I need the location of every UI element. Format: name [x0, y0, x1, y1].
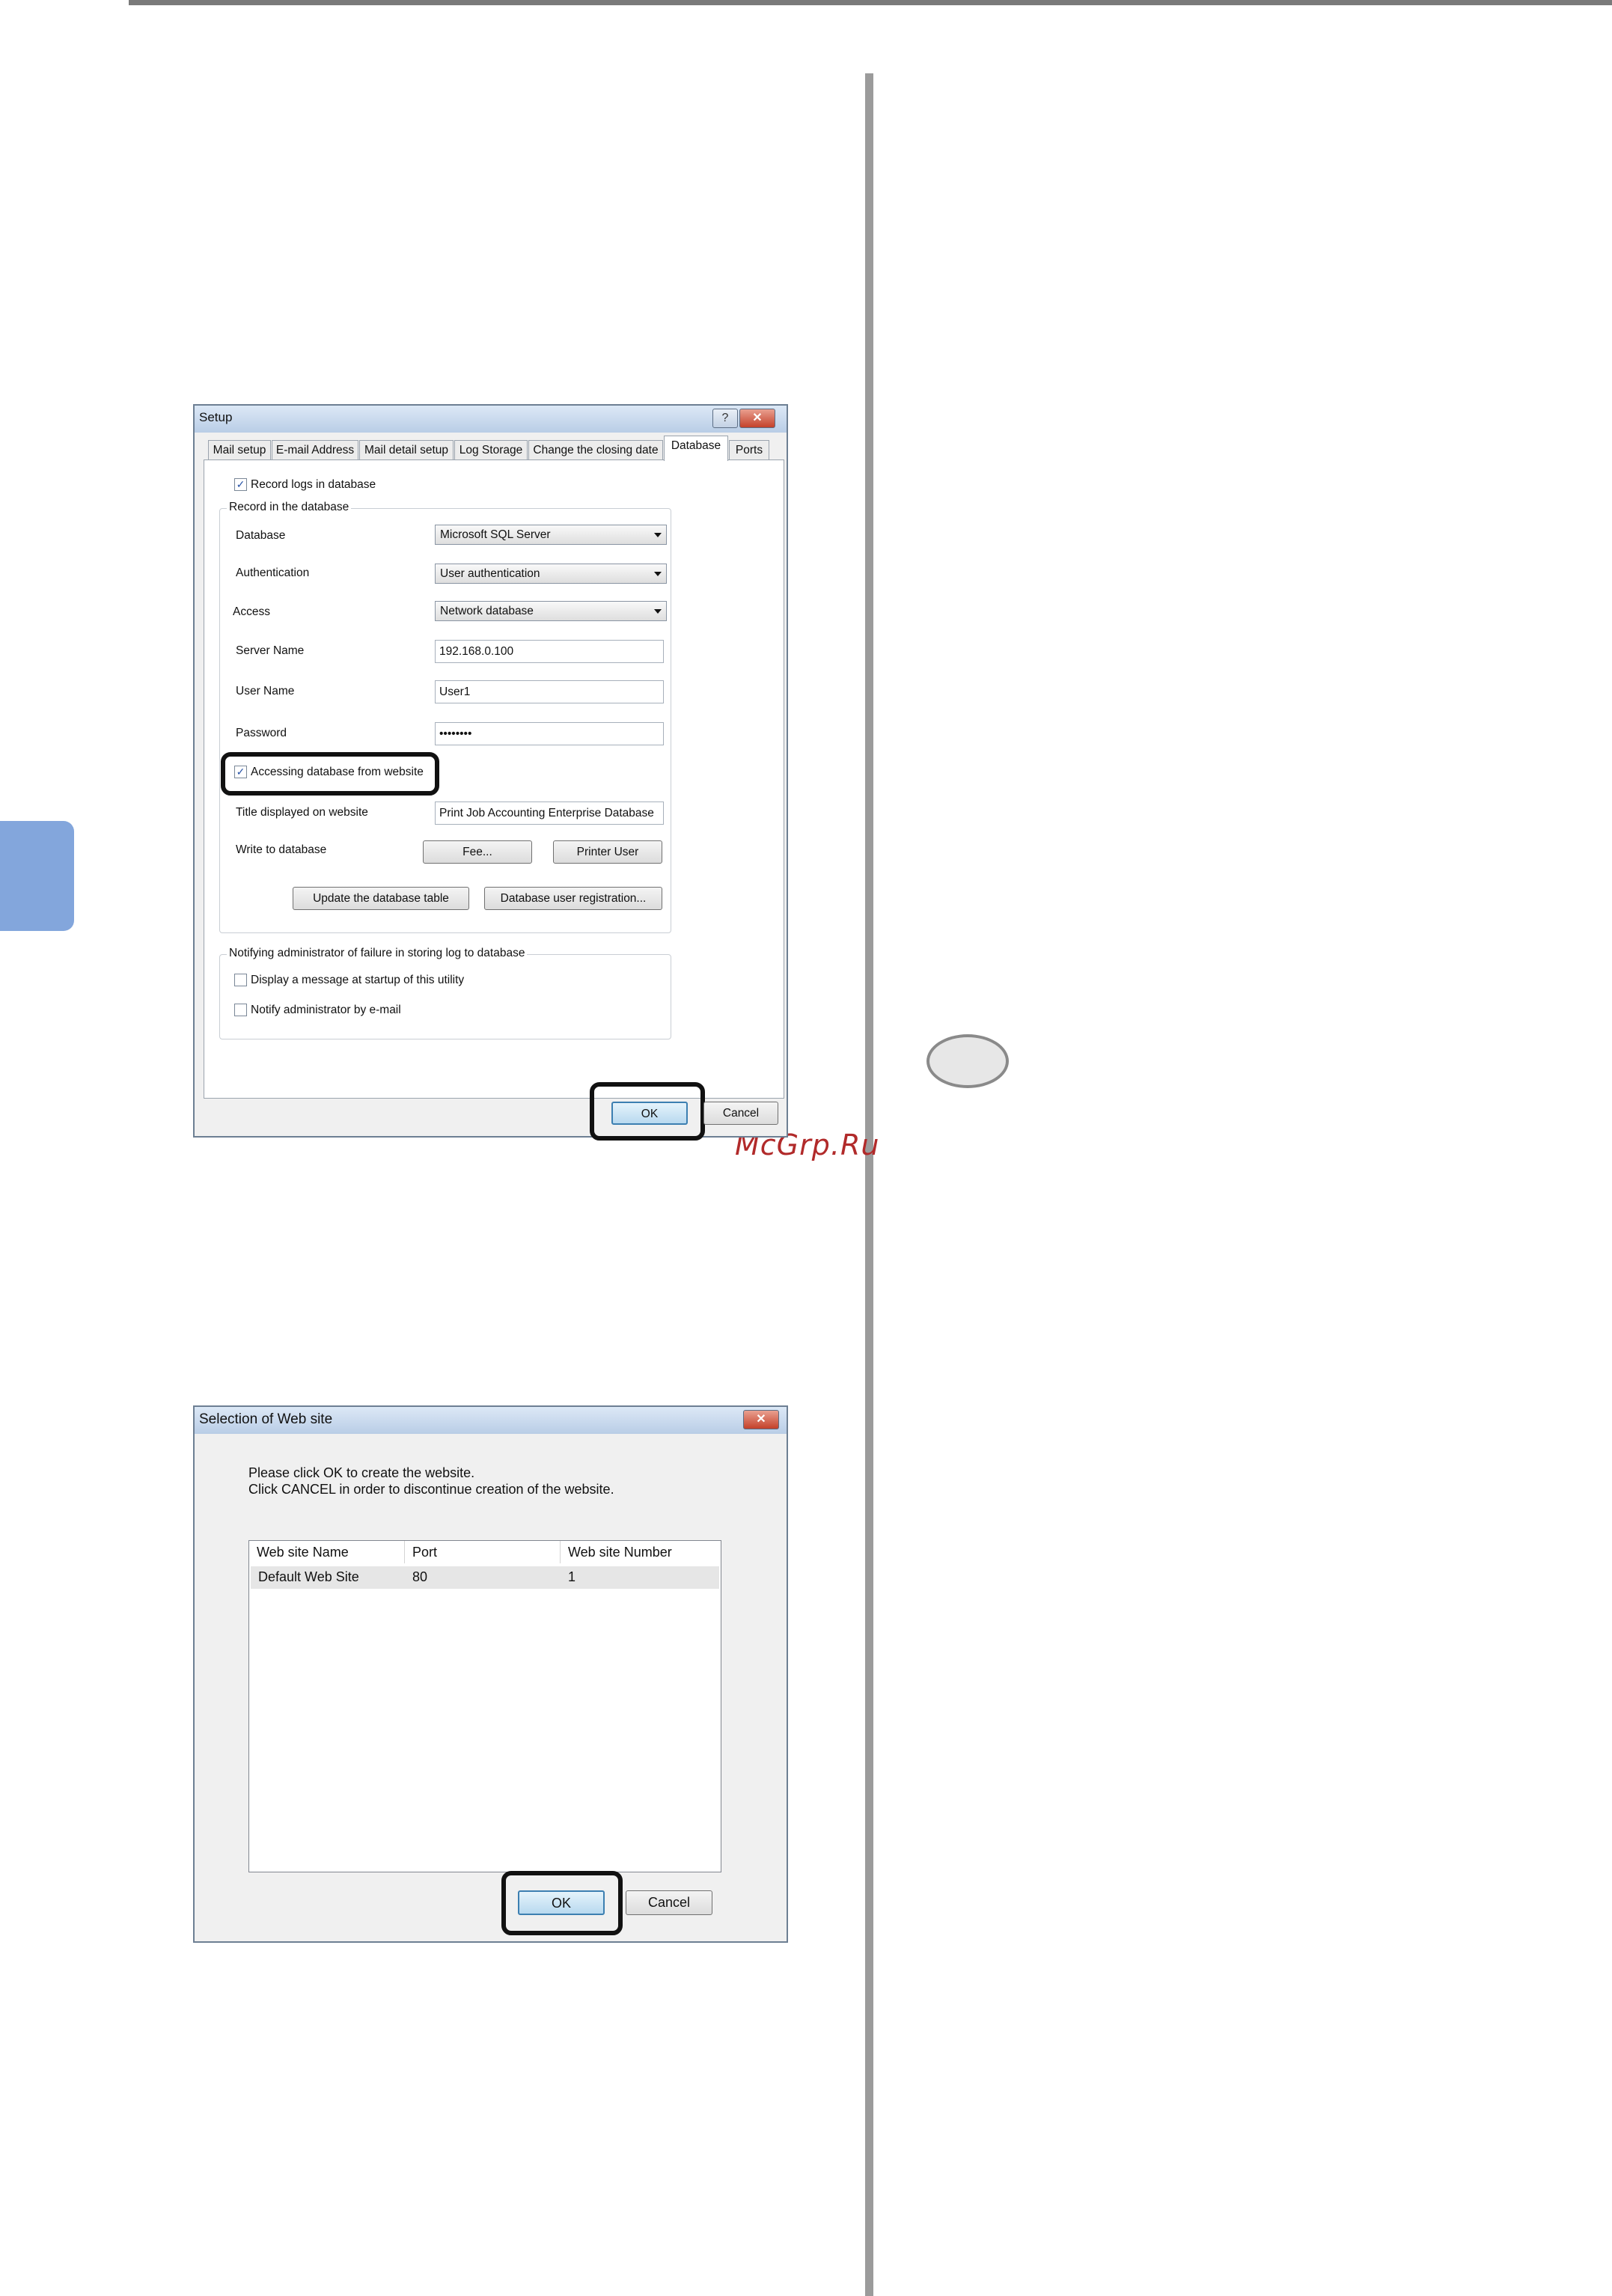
cell-site-name: Default Web Site [258, 1569, 359, 1584]
tab-database[interactable]: Database [664, 436, 728, 461]
password-label: Password [236, 727, 287, 739]
display-message-label: Display a message at startup of this uti… [251, 974, 465, 986]
password-field[interactable]: •••••••• [435, 722, 664, 745]
title-on-website-label: Title displayed on website [236, 806, 368, 819]
tab-log-storage[interactable]: Log Storage [454, 440, 528, 459]
database-value: Microsoft SQL Server [440, 528, 551, 541]
cancel-button[interactable]: Cancel [703, 1102, 778, 1125]
website-titlebar: Selection of Web site ✕ [195, 1407, 787, 1434]
database-select[interactable]: Microsoft SQL Server [435, 525, 667, 545]
update-database-table-button[interactable]: Update the database table [293, 887, 469, 910]
chapter-side-tab [0, 821, 74, 931]
close-icon[interactable]: ✕ [743, 1410, 779, 1429]
authentication-select[interactable]: User authentication [435, 564, 667, 584]
table-row[interactable]: Default Web Site 80 1 [251, 1566, 719, 1589]
database-user-registration-button[interactable]: Database user registration... [484, 887, 662, 910]
title-on-website-field[interactable]: Print Job Accounting Enterprise Database [435, 802, 664, 825]
write-to-database-label: Write to database [236, 843, 327, 856]
user-name-field[interactable]: User1 [435, 680, 664, 703]
notify-group-label: Notifying administrator of failure in st… [227, 947, 528, 960]
column-header-site-name[interactable]: Web site Name [249, 1541, 405, 1563]
authentication-value: User authentication [440, 567, 540, 580]
setup-title: Setup [199, 410, 233, 424]
access-value: Network database [440, 605, 534, 617]
server-name-field[interactable]: 192.168.0.100 [435, 640, 664, 663]
column-header-site-number[interactable]: Web site Number [561, 1541, 721, 1563]
tab-ports[interactable]: Ports [729, 440, 769, 459]
access-label: Access [233, 605, 270, 618]
cell-site-number: 1 [568, 1569, 576, 1584]
chevron-down-icon [654, 533, 662, 537]
tab-mail-detail-setup[interactable]: Mail detail setup [359, 440, 454, 459]
record-logs-label: Record logs in database [251, 478, 376, 491]
chevron-down-icon [654, 572, 662, 576]
accessing-website-checkbox[interactable]: ✓ [234, 766, 247, 778]
tab-email-address[interactable]: E-mail Address [272, 440, 358, 459]
user-name-label: User Name [236, 685, 295, 697]
tab-change-closing-date[interactable]: Change the closing date [528, 440, 663, 459]
server-name-label: Server Name [236, 644, 305, 657]
record-group-label: Record in the database [227, 501, 352, 514]
tab-mail-setup[interactable]: Mail setup [208, 440, 271, 459]
website-title: Selection of Web site [199, 1411, 333, 1427]
accessing-website-label: Accessing database from website [251, 766, 424, 778]
help-button[interactable]: ? [712, 409, 738, 428]
printer-user-button[interactable]: Printer User [553, 840, 662, 864]
website-dialog: Selection of Web site ✕ Please click OK … [193, 1405, 788, 1943]
access-select[interactable]: Network database [435, 601, 667, 621]
top-rule [129, 0, 1612, 5]
note-icon [926, 1034, 1009, 1088]
display-message-checkbox[interactable] [234, 974, 247, 986]
website-ok-button[interactable]: OK [518, 1890, 605, 1915]
notify-email-label: Notify administrator by e-mail [251, 1004, 401, 1016]
cell-port: 80 [412, 1569, 428, 1584]
authentication-label: Authentication [236, 567, 310, 579]
ok-button[interactable]: OK [611, 1102, 688, 1125]
database-tab-panel: ✓ Record logs in database Record in the … [204, 459, 784, 1099]
chevron-down-icon [654, 609, 662, 614]
notify-email-checkbox[interactable] [234, 1004, 247, 1016]
column-divider [865, 73, 873, 2296]
close-icon[interactable]: ✕ [739, 409, 775, 428]
website-list[interactable]: Web site Name Port Web site Number Defau… [248, 1540, 721, 1872]
website-message-line1: Please click OK to create the website. [248, 1465, 475, 1480]
notify-group [219, 954, 671, 1039]
column-header-port[interactable]: Port [405, 1541, 561, 1563]
setup-titlebar: Setup ? ✕ [195, 406, 787, 433]
website-cancel-button[interactable]: Cancel [626, 1890, 712, 1915]
website-message-line2: Click CANCEL in order to discontinue cre… [248, 1482, 614, 1497]
setup-dialog: Setup ? ✕ Mail setup E-mail Address Mail… [193, 404, 788, 1141]
record-logs-checkbox[interactable]: ✓ [234, 478, 247, 491]
fee-button[interactable]: Fee... [423, 840, 532, 864]
database-label: Database [236, 529, 286, 542]
